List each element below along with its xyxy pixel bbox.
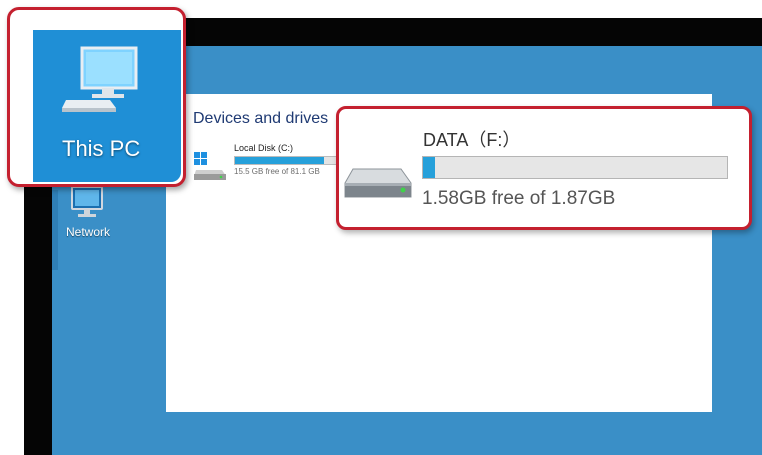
drive-c-free-space: 15.5 GB free of 81.1 GB bbox=[234, 167, 320, 176]
windows-drive-icon[interactable] bbox=[192, 150, 228, 185]
drive-f-name[interactable]: DATA（F:） bbox=[423, 126, 520, 152]
network-computer-icon[interactable] bbox=[68, 185, 108, 230]
drive-f-usage-bar bbox=[422, 156, 728, 179]
this-pc-label[interactable]: This PC bbox=[62, 136, 140, 162]
desktop-edge-strip bbox=[52, 190, 58, 270]
drive-f-usage-fill bbox=[423, 157, 436, 178]
devices-and-drives-heading: Devices and drives bbox=[193, 110, 329, 127]
hard-drive-icon[interactable] bbox=[343, 165, 413, 206]
computer-icon[interactable] bbox=[60, 46, 140, 121]
drive-c-usage-bar bbox=[234, 156, 346, 165]
drive-f-free-space: 1.58GB free of 1.87GB bbox=[422, 188, 616, 209]
drive-c-name[interactable]: Local Disk (C:) bbox=[234, 143, 293, 153]
drive-c-usage-fill bbox=[235, 157, 325, 164]
network-label[interactable]: Network bbox=[66, 225, 110, 239]
